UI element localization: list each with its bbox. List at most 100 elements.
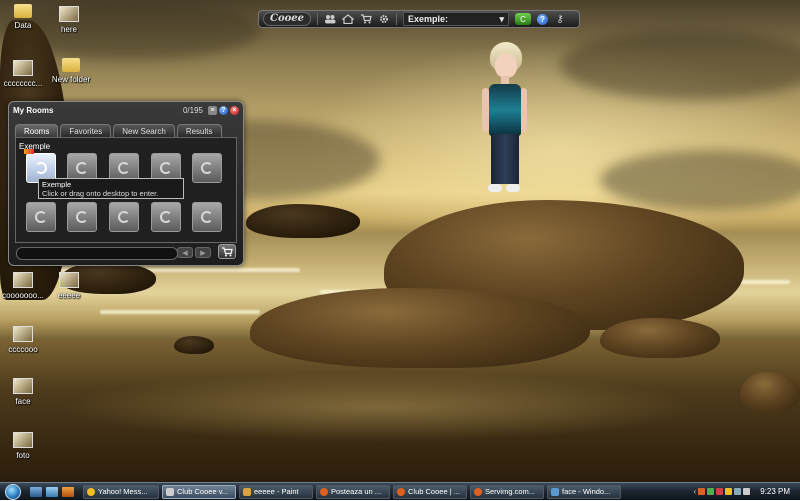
chevron-left-icon[interactable]: ‹ (694, 487, 697, 496)
prev-page-button[interactable]: ◀ (177, 247, 193, 258)
cart-icon[interactable] (360, 13, 372, 25)
cooee-c-icon: C (520, 14, 526, 24)
image-file-icon (13, 60, 33, 76)
taskbar-item-paint[interactable]: eeeee - Paint (239, 484, 313, 499)
desktop-icon-new-folder[interactable]: New folder (42, 58, 100, 84)
cooee-c-icon (118, 162, 130, 174)
tray-cooee-icon[interactable] (707, 488, 715, 495)
divider (396, 13, 398, 25)
help-icon[interactable]: ? (219, 105, 228, 115)
tray-yahoo-icon[interactable] (725, 488, 733, 495)
room-thumbnail[interactable] (26, 202, 56, 232)
desktop-icon-label: ccccooo (8, 345, 38, 354)
clock[interactable]: 9:23 PM (760, 487, 790, 496)
rock-front (250, 288, 590, 368)
help-button[interactable]: ? (537, 13, 549, 25)
cooee-c-icon (201, 211, 213, 223)
room-count: 0/195 (182, 105, 203, 115)
taskbar: Yahoo! Mess... Club Cooee v... eeeee - P… (0, 482, 800, 500)
room-search-input[interactable] (16, 247, 178, 260)
window-title: My Rooms (13, 105, 54, 115)
folder-icon (14, 4, 32, 18)
settings-icon[interactable]: ≡ (208, 105, 217, 115)
wave (100, 310, 260, 314)
image-file-icon (59, 6, 79, 22)
cooee-c-icon (76, 211, 88, 223)
image-file-icon (13, 432, 33, 448)
media-player-icon[interactable] (62, 486, 74, 497)
avatar-neck (501, 76, 509, 84)
avatar-top (489, 84, 521, 136)
avatar-face (495, 54, 517, 78)
shop-cart-button[interactable] (218, 244, 236, 259)
room-thumbnail[interactable] (67, 202, 97, 232)
cooee-c-icon (201, 162, 213, 174)
tray-app-icon[interactable] (698, 488, 706, 495)
cooee-c-icon (76, 162, 88, 174)
task-label: Club Cooee | ... (408, 487, 460, 496)
desktop-icon-foto[interactable]: foto (0, 432, 52, 460)
paint-icon (243, 487, 251, 496)
room-thumbnail[interactable] (192, 202, 222, 232)
divider (317, 13, 319, 25)
desktop-icon-label: eeeee (57, 291, 81, 300)
avatar-legs (491, 134, 519, 184)
rock-pebble (174, 336, 214, 354)
taskbar-item-club-cooee-browser[interactable]: Club Cooee | ... (393, 484, 467, 499)
room-select[interactable]: Exemple: ▾ (403, 12, 510, 26)
switch-windows-icon[interactable] (46, 486, 58, 497)
home-icon[interactable] (342, 13, 355, 25)
status-button[interactable]: C (515, 13, 532, 25)
taskbar-item-club-cooee[interactable]: Club Cooee v... (162, 484, 236, 499)
volume-icon[interactable] (743, 488, 751, 495)
avatar-shoe (488, 184, 502, 192)
people-icon[interactable] (324, 13, 336, 25)
room-tooltip: Exemple Click or drag onto desktop to en… (38, 178, 184, 199)
next-page-button[interactable]: ▶ (195, 247, 211, 258)
avatar-arm (482, 88, 489, 132)
tab-favorites[interactable]: Favorites (60, 124, 112, 137)
gear-icon[interactable] (378, 13, 390, 25)
tab-new-search[interactable]: New Search (113, 124, 175, 137)
taskbar-item-yahoo[interactable]: Yahoo! Mess... (83, 484, 159, 499)
taskbar-item-face-windows[interactable]: face - Windo... (547, 484, 621, 499)
my-rooms-titlebar[interactable]: My Rooms 0/195 ≡ ? × (9, 102, 243, 118)
image-file-icon (13, 378, 33, 394)
chevron-down-icon: ▾ (499, 13, 505, 24)
firefox-icon (474, 487, 482, 496)
taskbar-item-posteaza[interactable]: Posteaza un ... (316, 484, 390, 499)
cooee-logo[interactable]: Cooee (263, 12, 312, 26)
yahoo-messenger-icon (87, 487, 95, 496)
rock-edge (740, 372, 800, 412)
desktop-icon-label: face (15, 397, 31, 406)
tooltip-text: Click or drag onto desktop to enter. (42, 189, 159, 198)
desktop-icon-here[interactable]: here (40, 6, 98, 34)
cart-icon (222, 246, 233, 256)
task-label: face - Windo... (562, 487, 611, 496)
avatar-arm (520, 88, 527, 132)
start-button[interactable] (0, 483, 26, 501)
desktop-icon-ccccooo[interactable]: ccccooo (0, 326, 52, 354)
avatar[interactable] (470, 40, 530, 200)
tab-rooms[interactable]: Rooms (15, 124, 59, 137)
desktop-icon-face[interactable]: face (0, 378, 52, 406)
room-thumbnail[interactable] (192, 153, 222, 183)
room-thumbnail[interactable] (109, 202, 139, 232)
close-icon[interactable]: × (230, 105, 239, 115)
cooee-c-icon (160, 211, 172, 223)
image-file-icon (13, 326, 33, 342)
photo-viewer-icon (551, 487, 559, 496)
show-desktop-icon[interactable] (30, 486, 42, 497)
network-icon[interactable] (734, 488, 742, 495)
rooms-tabs: Rooms Favorites New Search Results (15, 124, 222, 137)
tray-antivirus-icon[interactable] (716, 488, 724, 495)
room-thumbnail[interactable] (151, 202, 181, 232)
tab-results[interactable]: Results (176, 124, 222, 137)
key-icon[interactable]: ⚷ (554, 13, 566, 25)
cooee-toolbar: Cooee Exemple: ▾ C ? ⚷ (258, 10, 580, 28)
desktop-icon-eeeee[interactable]: eeeee (40, 272, 98, 300)
taskbar-item-servimg[interactable]: Servimg.com... (470, 484, 544, 499)
tooltip-title: Exemple (42, 180, 72, 189)
image-file-icon (59, 272, 79, 288)
task-label: eeeee - Paint (254, 487, 299, 496)
